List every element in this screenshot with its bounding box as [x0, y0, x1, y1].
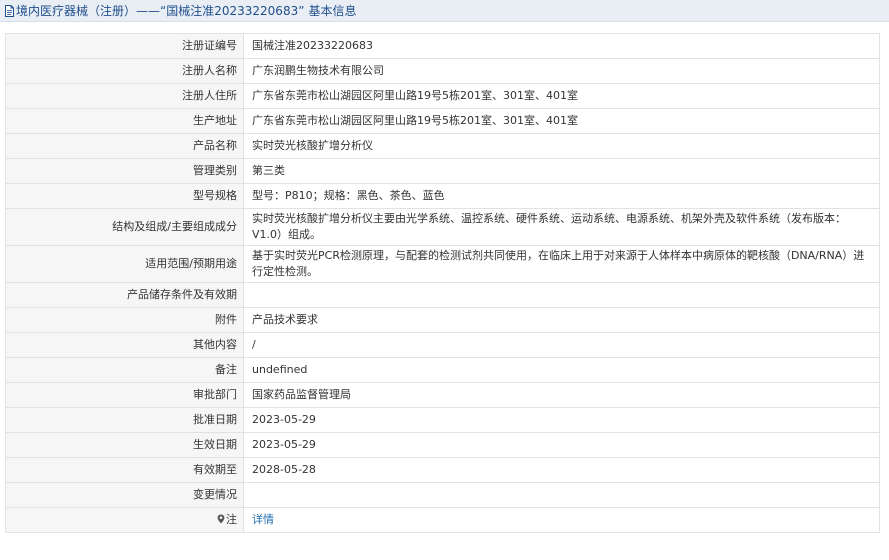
row-label: 注册人名称 [5, 58, 244, 84]
row-value: 基于实时荧光PCR检测原理，与配套的检测试剂共同使用，在临床上用于对来源于人体样… [243, 245, 880, 283]
table-row: 适用范围/预期用途 基于实时荧光PCR检测原理，与配套的检测试剂共同使用，在临床… [5, 245, 880, 283]
row-value: 实时荧光核酸扩增分析仪 [243, 133, 880, 159]
location-pin-icon [217, 514, 225, 524]
note-value-cell: 详情 [243, 507, 880, 533]
note-label-cell: 注 [5, 507, 244, 533]
row-label: 附件 [5, 307, 244, 333]
table-row: 注册人名称 广东润鹏生物技术有限公司 [5, 58, 880, 84]
table-row: 生效日期 2023-05-29 [5, 432, 880, 458]
row-label: 注册人住所 [5, 83, 244, 109]
row-label: 注册证编号 [5, 33, 244, 59]
row-label: 生效日期 [5, 432, 244, 458]
table-row: 变更情况 [5, 482, 880, 508]
row-label: 管理类别 [5, 158, 244, 184]
row-label: 产品储存条件及有效期 [5, 282, 244, 308]
row-label: 适用范围/预期用途 [5, 245, 244, 283]
row-label: 备注 [5, 357, 244, 383]
table-row: 备注 undefined [5, 357, 880, 383]
row-value [243, 282, 880, 308]
row-label: 型号规格 [5, 183, 244, 209]
table-row: 注册人住所 广东省东莞市松山湖园区阿里山路19号5栋201室、301室、401室 [5, 83, 880, 109]
table-row: 审批部门 国家药品监督管理局 [5, 382, 880, 408]
table-row: 结构及组成/主要组成成分 实时荧光核酸扩增分析仪主要由光学系统、温控系统、硬件系… [5, 208, 880, 246]
row-label: 变更情况 [5, 482, 244, 508]
header-separator: —— [136, 3, 161, 18]
row-value: 国家药品监督管理局 [243, 382, 880, 408]
row-value: 2023-05-29 [243, 407, 880, 433]
table-row: 注册证编号 国械注准20233220683 [5, 33, 880, 59]
row-label: 审批部门 [5, 382, 244, 408]
header-title-prefix: 境内医疗器械（注册） [16, 4, 137, 18]
table-row: 有效期至 2028-05-28 [5, 457, 880, 483]
table-row: 型号规格 型号：P810；规格：黑色、茶色、蓝色 [5, 183, 880, 209]
row-label: 产品名称 [5, 133, 244, 159]
table-row: 产品名称 实时荧光核酸扩增分析仪 [5, 133, 880, 159]
row-value [243, 482, 880, 508]
row-value: 实时荧光核酸扩增分析仪主要由光学系统、温控系统、硬件系统、运动系统、电源系统、机… [243, 208, 880, 246]
page-header: 境内医疗器械（注册） —— “国械注准20233220683” 基本信息 [0, 0, 889, 22]
row-label: 结构及组成/主要组成成分 [5, 208, 244, 246]
table-row-note: 注 详情 [5, 507, 880, 533]
row-label: 有效期至 [5, 457, 244, 483]
table-row: 批准日期 2023-05-29 [5, 407, 880, 433]
table-row: 附件 产品技术要求 [5, 307, 880, 333]
header-registration-number: “国械注准20233220683” [160, 4, 305, 18]
row-label: 批准日期 [5, 407, 244, 433]
row-value: 第三类 [243, 158, 880, 184]
document-icon [4, 4, 15, 17]
row-value: undefined [243, 357, 880, 383]
row-value: 2023-05-29 [243, 432, 880, 458]
row-value: 广东省东莞市松山湖园区阿里山路19号5栋201室、301室、401室 [243, 83, 880, 109]
row-label: 生产地址 [5, 108, 244, 134]
row-value: 产品技术要求 [243, 307, 880, 333]
row-value: 2028-05-28 [243, 457, 880, 483]
note-label: 注 [226, 513, 237, 526]
row-label: 其他内容 [5, 332, 244, 358]
header-title-suffix: 基本信息 [308, 4, 357, 18]
row-value: / [243, 332, 880, 358]
row-value: 国械注准20233220683 [243, 33, 880, 59]
row-value: 型号：P810；规格：黑色、茶色、蓝色 [243, 183, 880, 209]
table-row: 生产地址 广东省东莞市松山湖园区阿里山路19号5栋201室、301室、401室 [5, 108, 880, 134]
details-link[interactable]: 详情 [252, 513, 274, 526]
table-row: 产品储存条件及有效期 [5, 282, 880, 308]
table-row: 管理类别 第三类 [5, 158, 880, 184]
registration-info-table: 注册证编号 国械注准20233220683 注册人名称 广东润鹏生物技术有限公司… [5, 33, 880, 533]
row-value: 广东省东莞市松山湖园区阿里山路19号5栋201室、301室、401室 [243, 108, 880, 134]
table-row: 其他内容 / [5, 332, 880, 358]
row-value: 广东润鹏生物技术有限公司 [243, 58, 880, 84]
